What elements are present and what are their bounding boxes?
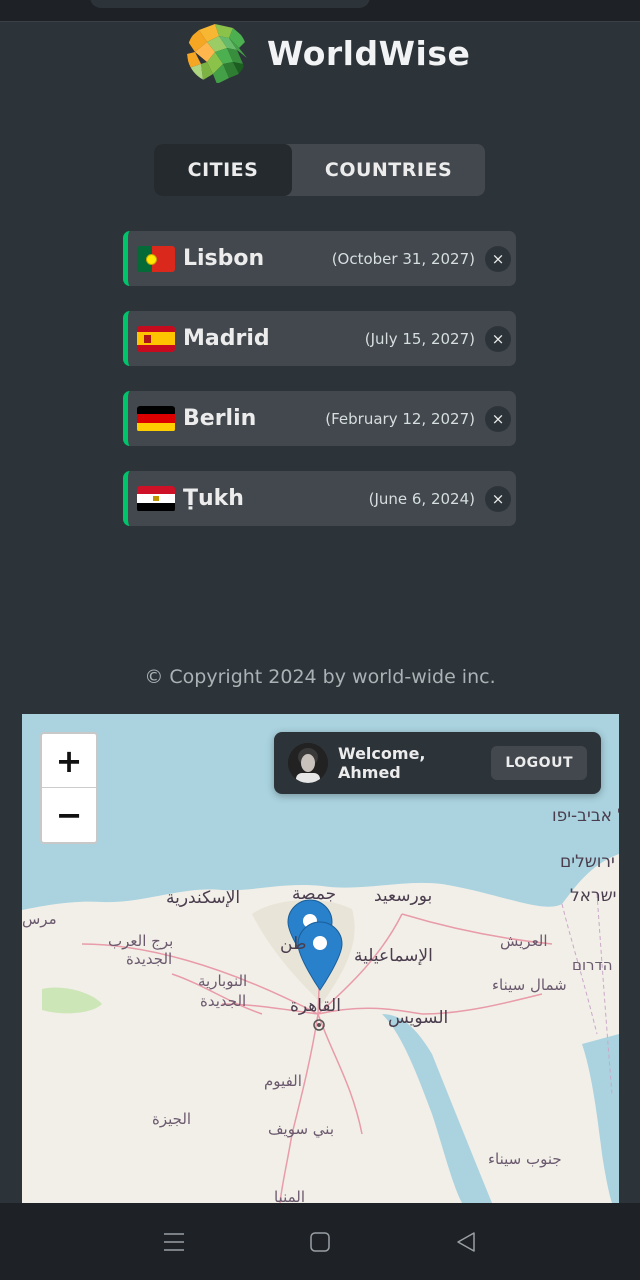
city-date: (June 6, 2024) <box>368 489 475 508</box>
city-name: Ṭukh <box>183 486 244 511</box>
map-label-southsinai: جنوب سيناء <box>488 1150 562 1168</box>
logout-button[interactable]: LOGOUT <box>491 746 587 780</box>
city-list: Lisbon (October 31, 2027) × Madrid (July… <box>123 231 516 551</box>
status-pill <box>90 0 370 8</box>
map-label-jerusalem: ירושלים <box>560 852 615 872</box>
app-name: WorldWise <box>267 33 471 73</box>
city-name: Madrid <box>183 326 270 351</box>
city-name: Lisbon <box>183 246 265 271</box>
map-label-israel: ישראל <box>570 886 617 906</box>
map-label-giza: الجيزة <box>152 1110 192 1128</box>
map-label-arish: العريش <box>500 932 548 950</box>
germany-flag-icon <box>137 405 175 432</box>
city-item-tukh[interactable]: Ṭukh (June 6, 2024) × <box>123 471 516 526</box>
zoom-out-button[interactable]: − <box>42 788 96 842</box>
map-label-benisuef: بني سويف <box>268 1120 334 1138</box>
map-label-alexandria: الإسكندرية <box>166 888 241 908</box>
city-date: (July 15, 2027) <box>364 329 475 348</box>
map-label-fayoum: الفيوم <box>264 1072 302 1090</box>
map-label-gomsa: جمصة <box>292 884 337 904</box>
city-date: (October 31, 2027) <box>331 249 475 268</box>
city-item-berlin[interactable]: Berlin (February 12, 2027) × <box>123 391 516 446</box>
menu-icon[interactable] <box>160 1228 188 1256</box>
map-label-telaviv: תל אביב-יפו <box>552 806 619 826</box>
egypt-flag-icon <box>137 485 175 512</box>
city-name: Berlin <box>183 406 257 431</box>
map-label-borg2: الجديدة <box>126 950 173 968</box>
tab-countries[interactable]: COUNTRIES <box>292 144 485 196</box>
user-panel: Welcome, Ahmed LOGOUT <box>274 732 601 794</box>
delete-city-button[interactable]: × <box>485 245 511 272</box>
spain-flag-icon <box>137 325 175 352</box>
map-label-cairo: القاهرة <box>290 996 341 1016</box>
map-label-marsa: مرس <box>22 910 57 928</box>
home-icon[interactable] <box>306 1228 334 1256</box>
map-label-ismailia: الإسماعيلية <box>354 946 433 966</box>
map-label-nubaria: النوبارية <box>198 972 248 990</box>
map-label-hadarom: הדרום <box>572 956 613 974</box>
logo[interactable]: WorldWise <box>185 22 470 84</box>
map-label-northsinai: شمال سيناء <box>492 976 567 994</box>
delete-city-button[interactable]: × <box>485 405 511 432</box>
back-icon[interactable] <box>452 1228 480 1256</box>
map-label-borg: برج العرب <box>108 932 174 950</box>
map-label-nubaria2: الجديدة <box>200 992 247 1010</box>
globe-logo-icon <box>187 23 247 83</box>
map[interactable]: الإسكندرية جمصة بورسعيد תל אביב-יפו ירוש… <box>22 714 619 1203</box>
map-label-portsaid: بورسعيد <box>374 886 433 906</box>
map-label-minya: المنيا <box>274 1188 306 1203</box>
delete-city-button[interactable]: × <box>485 325 511 352</box>
user-avatar-icon <box>288 743 328 783</box>
copyright-text: © Copyright 2024 by world-wide inc. <box>144 666 496 688</box>
android-nav-bar <box>0 1203 640 1280</box>
zoom-in-button[interactable]: + <box>42 734 96 788</box>
portugal-flag-icon <box>137 245 175 272</box>
welcome-text: Welcome, Ahmed <box>338 744 426 782</box>
delete-city-button[interactable]: × <box>485 485 511 512</box>
city-item-madrid[interactable]: Madrid (July 15, 2027) × <box>123 311 516 366</box>
city-date: (February 12, 2027) <box>325 409 475 428</box>
status-bar <box>0 0 640 22</box>
tab-cities[interactable]: CITIES <box>154 144 292 196</box>
tab-bar: CITIES COUNTRIES <box>154 144 485 196</box>
map-label-tanta: طن <box>280 934 307 954</box>
city-item-lisbon[interactable]: Lisbon (October 31, 2027) × <box>123 231 516 286</box>
zoom-control: + − <box>40 732 98 844</box>
avatar <box>288 743 328 783</box>
map-label-suez: السويس <box>388 1008 449 1028</box>
